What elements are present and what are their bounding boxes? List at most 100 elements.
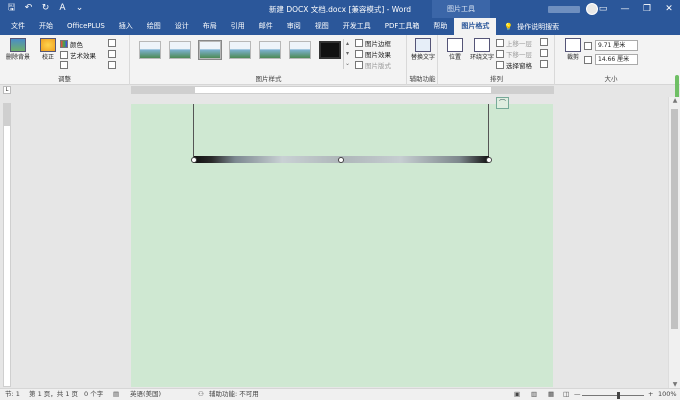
zoom-slider-thumb[interactable] [617, 392, 620, 399]
crop-label: 裁剪 [566, 54, 579, 61]
picture-effects-button[interactable]: 图片效果 [355, 49, 391, 59]
ribbon-display-icon[interactable]: ▭ [592, 0, 614, 18]
zoom-in-button[interactable]: + [648, 389, 653, 400]
zoom-slider[interactable] [582, 395, 644, 396]
document-page[interactable] [131, 104, 553, 387]
corrections-button[interactable]: 校正 [33, 38, 63, 61]
selection-pane-button[interactable]: 选择窗格 [496, 60, 532, 70]
scroll-down-icon[interactable]: ▼ [669, 381, 680, 388]
tab-developer[interactable]: 开发工具 [336, 18, 378, 35]
tab-insert[interactable]: 插入 [112, 18, 140, 35]
group-picture-styles-label: 图片样式 [255, 75, 282, 83]
tab-draw[interactable]: 绘图 [140, 18, 168, 35]
picture-style-7[interactable] [319, 41, 341, 59]
proofing-icon[interactable]: ▤ [113, 389, 119, 400]
restore-button[interactable]: ❐ [636, 0, 658, 18]
styles-gallery-scroll[interactable]: ▴ ▾ ⌄ [343, 39, 351, 69]
scrollbar-thumb[interactable] [671, 109, 678, 329]
bring-forward-icon [496, 39, 504, 47]
group-adjust: 删除背景 校正 颜色 艺术效果 调整 [0, 35, 130, 85]
tab-officeplus[interactable]: OfficePLUS [60, 18, 112, 35]
group-accessibility-label: 辅助功能 [409, 75, 436, 83]
bring-forward-button[interactable]: 上移一层 [496, 38, 532, 48]
compress-pictures-button[interactable] [108, 39, 116, 47]
group-arrange: 位置 环绕文字 上移一层 下移一层 选择窗格 排列 [439, 35, 555, 85]
width-input[interactable]: 14.66 厘米 [595, 54, 638, 65]
close-button[interactable]: ✕ [658, 0, 680, 18]
tab-file[interactable]: 文件 [4, 18, 32, 35]
picture-border-label: 图片边框 [365, 40, 391, 48]
picture-style-1[interactable] [139, 41, 161, 59]
alt-text-label: 替换文字 [410, 54, 435, 61]
picture-style-2[interactable] [169, 41, 191, 59]
picture-style-3[interactable] [198, 40, 222, 60]
resize-handle-bottom[interactable] [338, 157, 344, 163]
position-label: 位置 [448, 54, 461, 61]
height-input[interactable]: 9.71 厘米 [595, 40, 638, 51]
minimize-button[interactable]: — [614, 0, 636, 18]
picture-style-4[interactable] [229, 41, 251, 59]
wrap-text-icon [474, 38, 490, 52]
tell-me-label: 操作说明搜索 [517, 22, 560, 31]
align-button[interactable] [540, 38, 548, 46]
send-backward-button[interactable]: 下移一层 [496, 49, 532, 59]
language-indicator[interactable]: 英语(美国) [130, 389, 161, 400]
section-indicator[interactable]: 节: 1 [5, 389, 20, 400]
accessibility-status[interactable]: 辅助功能: 不可用 [209, 389, 259, 400]
picture-layout-button[interactable]: 图片版式 [355, 60, 391, 70]
artistic-effects-button[interactable]: 艺术效果 [60, 50, 96, 60]
transparency-button[interactable] [60, 61, 68, 69]
group-objects-button[interactable] [540, 49, 548, 57]
tab-home[interactable]: 开始 [32, 18, 60, 35]
tab-view[interactable]: 视图 [308, 18, 336, 35]
tab-pdf-tools[interactable]: PDF工具箱 [378, 18, 427, 35]
tab-help[interactable]: 帮助 [426, 18, 454, 35]
tell-me-search[interactable]: 💡 操作说明搜索 [496, 22, 559, 32]
title-bar: 🖫 ↶ ↻ A ⌄ 新建 DOCX 文档.docx [兼容模式] - Word … [0, 0, 680, 18]
tab-layout[interactable]: 布局 [196, 18, 224, 35]
tab-selector[interactable]: L [3, 86, 11, 94]
picture-style-6[interactable] [289, 41, 311, 59]
vertical-ruler[interactable] [3, 103, 11, 387]
resize-handle-right[interactable] [486, 157, 492, 163]
tab-design[interactable]: 设计 [168, 18, 196, 35]
word-count[interactable]: 0 个字 [84, 389, 103, 400]
group-objects-icon [540, 49, 548, 57]
vertical-scrollbar[interactable]: ▲ ▼ [668, 97, 680, 388]
tab-review[interactable]: 审阅 [280, 18, 308, 35]
alt-text-button[interactable]: 替换文字 [408, 38, 438, 61]
compress-icon [108, 39, 116, 47]
tab-picture-format[interactable]: 图片格式 [454, 18, 497, 35]
zoom-level[interactable]: 100% [658, 389, 677, 400]
page-indicator[interactable]: 第 1 页，共 1 页 [29, 389, 78, 400]
resize-handle-left[interactable] [191, 157, 197, 163]
rotate-icon [540, 60, 548, 68]
picture-layout-label: 图片版式 [365, 62, 391, 70]
read-mode-icon[interactable]: ▥ [531, 389, 537, 400]
color-button[interactable]: 颜色 [60, 39, 83, 49]
picture-effects-label: 图片效果 [365, 51, 391, 59]
rotate-button[interactable] [540, 60, 548, 68]
ribbon: 删除背景 校正 颜色 艺术效果 调整 ▴ ▾ ⌄ 图片边框 图片效果 图片版式 … [0, 35, 680, 109]
user-area[interactable] [548, 3, 598, 15]
change-picture-icon [108, 50, 116, 58]
alt-text-icon [415, 38, 431, 52]
reset-picture-button[interactable] [108, 61, 116, 69]
picture-frame[interactable] [193, 104, 489, 163]
wrap-text-button[interactable]: 环绕文字 [467, 38, 497, 61]
focus-mode-icon[interactable]: ▣ [514, 389, 520, 400]
remove-background-button[interactable]: 删除背景 [3, 38, 33, 61]
layout-options-icon[interactable]: ⌒ [496, 97, 509, 109]
tab-references[interactable]: 引用 [224, 18, 252, 35]
width-icon [584, 56, 592, 64]
change-picture-button[interactable] [108, 50, 116, 58]
scroll-up-icon[interactable]: ▲ [669, 97, 680, 104]
horizontal-ruler[interactable] [131, 86, 554, 94]
position-button[interactable]: 位置 [440, 38, 470, 61]
zoom-out-button[interactable]: — [574, 389, 581, 400]
tab-mailings[interactable]: 邮件 [252, 18, 280, 35]
picture-border-button[interactable]: 图片边框 [355, 38, 391, 48]
picture-style-5[interactable] [259, 41, 281, 59]
web-layout-icon[interactable]: ◫ [563, 389, 569, 400]
print-layout-icon[interactable]: ▦ [548, 389, 554, 400]
